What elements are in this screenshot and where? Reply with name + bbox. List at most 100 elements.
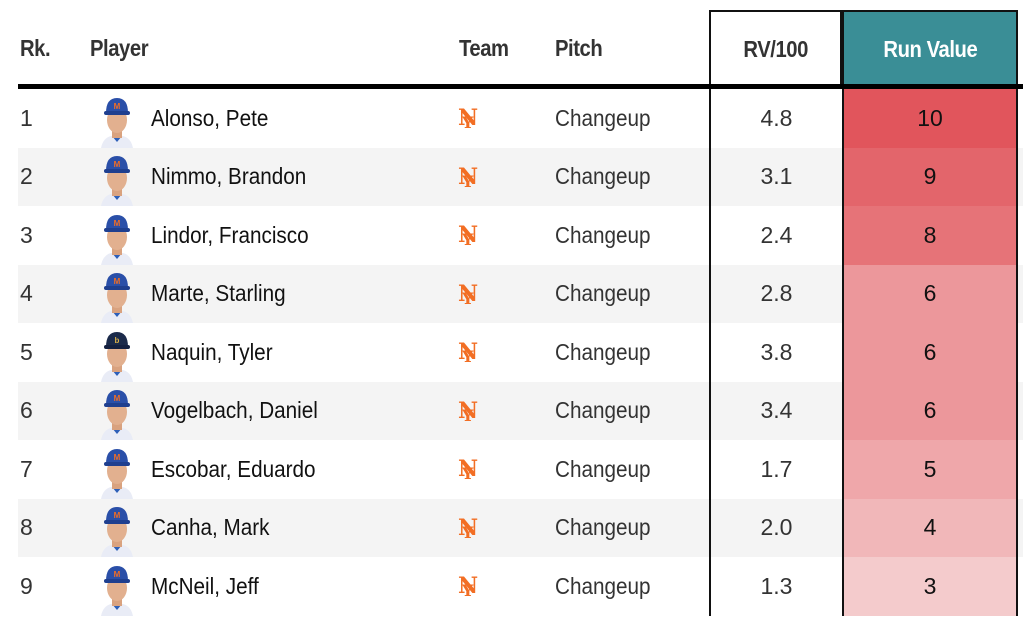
pitch-type: Changeup bbox=[555, 397, 651, 424]
header-pitch[interactable]: Pitch bbox=[555, 10, 603, 86]
rv100-cell: 3.8 bbox=[709, 323, 842, 382]
rank-cell: 5 bbox=[20, 338, 33, 365]
player-headshot[interactable]: M bbox=[97, 382, 137, 440]
run-value-cell: 10 bbox=[842, 89, 1018, 148]
rv100-cell: 3.4 bbox=[709, 381, 842, 440]
player-headshot-icon: M bbox=[101, 97, 133, 148]
svg-text:M: M bbox=[114, 570, 121, 579]
rank-cell: 9 bbox=[20, 572, 33, 599]
rv100-cell: 1.7 bbox=[709, 440, 842, 499]
team-logo[interactable]: NY bbox=[446, 265, 490, 324]
rv100-cell: 3.1 bbox=[709, 147, 842, 206]
table-row[interactable]: 7 M Escobar, Eduardo NY Changeup 1.7 5 bbox=[18, 440, 1023, 499]
table-row[interactable]: 9 M McNeil, Jeff NY Changeup 1.3 3 bbox=[18, 557, 1023, 616]
table-row[interactable]: 6 M Vogelbach, Daniel NY Changeup 3.4 6 bbox=[18, 381, 1023, 441]
mets-logo-icon: NY bbox=[457, 456, 479, 484]
rv100-cell: 1.3 bbox=[709, 557, 842, 616]
player-headshot[interactable]: M bbox=[97, 148, 137, 206]
rv100-cell: 2.0 bbox=[709, 498, 842, 557]
mets-logo-icon: NY bbox=[457, 573, 479, 601]
header-run-value[interactable]: Run Value bbox=[842, 10, 1018, 86]
player-headshot-icon: M bbox=[101, 273, 133, 323]
player-headshot[interactable]: M bbox=[97, 499, 137, 557]
run-value-cell: 4 bbox=[842, 498, 1018, 557]
table-row[interactable]: 5 b Naquin, Tyler NY Changeup 3.8 6 bbox=[18, 323, 1023, 382]
mets-logo-icon: NY bbox=[457, 339, 479, 367]
pitch-type: Changeup bbox=[555, 163, 651, 190]
run-value-cell: 6 bbox=[842, 381, 1018, 440]
rank-cell: 2 bbox=[20, 163, 33, 190]
player-headshot[interactable]: M bbox=[97, 89, 137, 148]
table-row[interactable]: 2 M Nimmo, Brandon NY Changeup 3.1 9 bbox=[18, 147, 1023, 207]
team-logo[interactable]: NY bbox=[446, 89, 490, 148]
pitch-type: Changeup bbox=[555, 280, 651, 307]
player-headshot-icon: M bbox=[101, 565, 133, 616]
player-headshot-icon: b bbox=[101, 331, 133, 382]
player-name[interactable]: Nimmo, Brandon bbox=[151, 148, 306, 207]
run-value-cell: 9 bbox=[842, 147, 1018, 206]
header-rv100[interactable]: RV/100 bbox=[709, 10, 842, 86]
table-row[interactable]: 3 M Lindor, Francisco NY Changeup 2.4 8 bbox=[18, 206, 1023, 265]
pitch-type: Changeup bbox=[555, 514, 651, 541]
player-headshot[interactable]: M bbox=[97, 265, 137, 323]
player-name[interactable]: Escobar, Eduardo bbox=[151, 440, 316, 499]
run-value-cell: 3 bbox=[842, 557, 1018, 616]
rank-cell: 8 bbox=[20, 514, 33, 541]
mets-logo-icon: NY bbox=[457, 105, 479, 133]
player-headshot-icon: M bbox=[101, 448, 133, 499]
player-name[interactable]: Alonso, Pete bbox=[151, 89, 268, 148]
header-run-value-label: Run Value bbox=[883, 35, 977, 62]
player-headshot-icon: M bbox=[101, 214, 133, 265]
player-headshot[interactable]: M bbox=[97, 206, 137, 265]
rank-cell: 6 bbox=[20, 397, 33, 424]
mets-logo-icon: NY bbox=[457, 163, 479, 191]
rv100-cell: 2.8 bbox=[709, 264, 842, 323]
team-logo[interactable]: NY bbox=[446, 323, 490, 382]
team-logo[interactable]: NY bbox=[446, 206, 490, 265]
player-headshot-icon: M bbox=[101, 156, 133, 206]
mets-logo-icon: NY bbox=[457, 222, 479, 250]
pitch-type: Changeup bbox=[555, 221, 651, 248]
run-value-cell: 6 bbox=[842, 264, 1018, 323]
mets-logo-icon: NY bbox=[457, 514, 479, 542]
player-headshot-icon: M bbox=[101, 390, 133, 440]
table-row[interactable]: 4 M Marte, Starling NY Changeup 2.8 6 bbox=[18, 264, 1023, 324]
player-name[interactable]: McNeil, Jeff bbox=[151, 557, 259, 616]
header-rank[interactable]: Rk. bbox=[20, 10, 51, 86]
team-logo[interactable]: NY bbox=[446, 440, 490, 499]
team-logo[interactable]: NY bbox=[446, 148, 490, 207]
header-player[interactable]: Player bbox=[90, 10, 149, 86]
team-logo[interactable]: NY bbox=[446, 499, 490, 558]
svg-text:M: M bbox=[114, 277, 121, 286]
player-headshot-icon: M bbox=[101, 507, 133, 557]
rv100-cell: 4.8 bbox=[709, 89, 842, 148]
header-team[interactable]: Team bbox=[459, 10, 509, 86]
player-name[interactable]: Canha, Mark bbox=[151, 499, 270, 558]
rank-cell: 7 bbox=[20, 455, 33, 482]
run-value-cell: 6 bbox=[842, 323, 1018, 382]
player-headshot[interactable]: M bbox=[97, 557, 137, 616]
player-name[interactable]: Naquin, Tyler bbox=[151, 323, 273, 382]
player-name[interactable]: Marte, Starling bbox=[151, 265, 286, 324]
run-value-cell: 5 bbox=[842, 440, 1018, 499]
svg-text:M: M bbox=[114, 394, 121, 403]
player-name[interactable]: Lindor, Francisco bbox=[151, 206, 309, 265]
run-value-cell: 8 bbox=[842, 206, 1018, 265]
svg-text:M: M bbox=[114, 219, 121, 228]
pitch-type: Changeup bbox=[555, 104, 651, 131]
team-logo[interactable]: NY bbox=[446, 382, 490, 441]
rank-cell: 3 bbox=[20, 221, 33, 248]
player-headshot[interactable]: M bbox=[97, 440, 137, 499]
svg-text:b: b bbox=[115, 336, 120, 345]
pitch-type: Changeup bbox=[555, 572, 651, 599]
player-name[interactable]: Vogelbach, Daniel bbox=[151, 382, 318, 441]
player-headshot[interactable]: b bbox=[97, 323, 137, 382]
rv100-cell: 2.4 bbox=[709, 206, 842, 265]
table-row[interactable]: 8 M Canha, Mark NY Changeup 2.0 4 bbox=[18, 498, 1023, 558]
svg-text:M: M bbox=[114, 160, 121, 169]
pitch-type: Changeup bbox=[555, 455, 651, 482]
table-row[interactable]: 1 M Alonso, Pete NY Changeup 4.8 10 bbox=[18, 89, 1023, 148]
mets-logo-icon: NY bbox=[457, 397, 479, 425]
svg-text:M: M bbox=[114, 453, 121, 462]
team-logo[interactable]: NY bbox=[446, 557, 490, 616]
